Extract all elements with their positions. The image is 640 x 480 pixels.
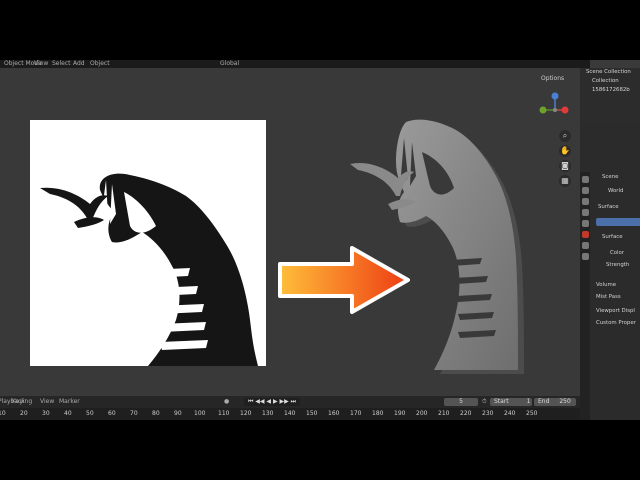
timeline-ruler[interactable]: 10 20 30 40 50 60 70 80 90 100 110 120 1… xyxy=(0,408,580,420)
frame-tick: 160 xyxy=(328,410,340,417)
output-tab-icon[interactable] xyxy=(582,198,589,205)
custom-properties-section[interactable]: Custom Proper xyxy=(596,320,636,326)
frame-tick: 140 xyxy=(284,410,296,417)
frame-tick: 60 xyxy=(108,410,116,417)
start-frame-field[interactable]: Start 1 xyxy=(490,398,532,406)
frame-tick: 220 xyxy=(460,410,472,417)
surface-label: Surface xyxy=(602,234,623,240)
view-layer-tab-icon[interactable] xyxy=(582,209,589,216)
strength-label: Strength xyxy=(606,262,630,268)
menu-add[interactable]: Add xyxy=(73,60,85,68)
color-label: Color xyxy=(610,250,625,256)
record-icon[interactable]: ● xyxy=(224,396,229,408)
timeline-header: Playback Keying View Marker ● ⏮ ◀◀ ◀ ▶ ▶… xyxy=(0,396,580,408)
viewport-header: Object Mode View Select Add Object Globa… xyxy=(0,60,590,68)
frame-tick: 190 xyxy=(394,410,406,417)
frame-tick: 70 xyxy=(130,410,138,417)
end-label: End xyxy=(538,398,550,405)
frame-tick: 110 xyxy=(218,410,230,417)
menu-keying[interactable]: Keying xyxy=(12,396,32,408)
blender-window: Object Mode View Select Add Object Globa… xyxy=(0,60,640,420)
end-frame-field[interactable]: End 250 xyxy=(534,398,576,406)
screen: Object Mode View Select Add Object Globa… xyxy=(0,0,640,480)
outliner-scene-collection[interactable]: Scene Collection xyxy=(586,69,631,75)
frame-tick: 180 xyxy=(372,410,384,417)
start-label: Start xyxy=(494,398,509,405)
surface-node-field[interactable] xyxy=(596,218,640,226)
3d-viewport[interactable]: Options ⌕ ✋ ◙ ▦ xyxy=(0,68,580,412)
clock-icon: ⏱ xyxy=(482,398,487,405)
menu-view[interactable]: View xyxy=(34,60,48,68)
frame-tick: 120 xyxy=(240,410,252,417)
frame-tick: 230 xyxy=(482,410,494,417)
mist-pass-section[interactable]: Mist Pass xyxy=(596,294,621,300)
menu-object[interactable]: Object xyxy=(90,60,110,68)
surface-header[interactable]: Surface xyxy=(598,204,619,210)
frame-tick: 170 xyxy=(350,410,362,417)
frame-tick: 150 xyxy=(306,410,318,417)
tool-tab-icon[interactable] xyxy=(582,176,589,183)
outliner-collection[interactable]: Collection xyxy=(592,78,619,84)
scene-tab-icon[interactable] xyxy=(582,220,589,227)
frame-tick: 50 xyxy=(86,410,94,417)
volume-section[interactable]: Volume xyxy=(596,282,616,288)
zoom-icon[interactable]: ⌕ xyxy=(559,130,571,142)
menu-timeline-view[interactable]: View xyxy=(40,396,54,408)
options-button[interactable]: Options xyxy=(541,75,564,82)
frame-tick: 200 xyxy=(416,410,428,417)
current-frame-field[interactable]: 5 xyxy=(444,398,478,406)
frame-tick: 10 xyxy=(0,410,6,417)
world-label[interactable]: World xyxy=(608,188,623,194)
camera-icon[interactable]: ◙ xyxy=(559,160,571,172)
outliner[interactable]: Scene Collection Collection 1586172682b xyxy=(580,68,640,124)
menu-select[interactable]: Select xyxy=(52,60,71,68)
frame-tick: 20 xyxy=(20,410,28,417)
grid-icon[interactable]: ▦ xyxy=(559,175,571,187)
outliner-object[interactable]: 1586172682b xyxy=(592,87,630,93)
viewport-display-section[interactable]: Viewport Displ xyxy=(596,308,635,314)
menu-marker[interactable]: Marker xyxy=(59,396,80,408)
collection-tab-icon[interactable] xyxy=(582,242,589,249)
frame-tick: 80 xyxy=(152,410,160,417)
properties-editor: Scene World Surface Surface Color Streng… xyxy=(580,172,640,420)
transform-orientation[interactable]: Global xyxy=(220,60,239,68)
scene-label: Scene xyxy=(602,174,619,180)
viewport-tools: ⌕ ✋ ◙ ▦ xyxy=(559,130,573,190)
properties-tabs[interactable] xyxy=(580,172,590,420)
world-tab-icon[interactable] xyxy=(582,231,589,238)
frame-tick: 100 xyxy=(194,410,206,417)
right-panel: Scene Collection Collection 1586172682b … xyxy=(580,68,640,420)
frame-tick: 40 xyxy=(64,410,72,417)
frame-tick: 30 xyxy=(42,410,50,417)
playback-controls[interactable]: ⏮ ◀◀ ◀ ▶ ▶▶ ⏭ xyxy=(244,398,300,406)
navigation-gizmo-icon[interactable] xyxy=(535,88,575,128)
object-tab-icon[interactable] xyxy=(582,253,589,260)
properties-body: Scene World Surface Surface Color Streng… xyxy=(592,172,640,420)
end-value: 250 xyxy=(559,398,571,405)
frame-tick: 130 xyxy=(262,410,274,417)
frame-tick: 240 xyxy=(504,410,516,417)
frame-tick: 90 xyxy=(174,410,182,417)
frame-tick: 250 xyxy=(526,410,538,417)
snake-3d-model[interactable] xyxy=(346,108,528,376)
reference-image xyxy=(30,120,266,366)
hand-icon[interactable]: ✋ xyxy=(559,145,571,157)
frame-tick: 210 xyxy=(438,410,450,417)
render-tab-icon[interactable] xyxy=(582,187,589,194)
start-value: 1 xyxy=(526,398,531,405)
